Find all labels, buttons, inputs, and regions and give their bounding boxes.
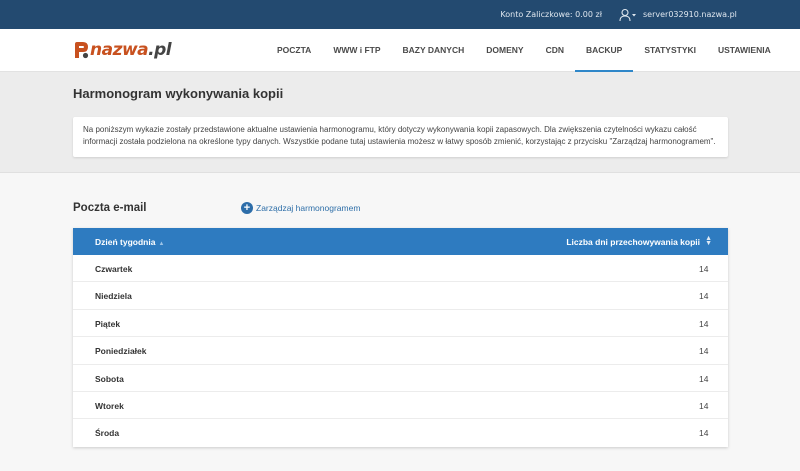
cell-count: 14	[699, 428, 709, 439]
column-header-retention[interactable]: Liczba dni przechowywania kopii ▲ ▼	[566, 235, 712, 247]
nav-item-cdn[interactable]: CDN	[535, 29, 575, 72]
cell-count: 14	[699, 318, 709, 329]
schedule-table: Dzień tygodnia ▲ Liczba dni przechowywani…	[73, 228, 728, 447]
table-row: Niedziela 14	[73, 282, 728, 310]
table-row: Piątek 14	[73, 310, 728, 338]
sort-asc-icon: ▲	[158, 241, 165, 247]
cell-count: 14	[699, 400, 709, 411]
column-header-day[interactable]: Dzień tygodnia ▲	[95, 237, 164, 247]
section-title: Poczta e-mail	[73, 202, 147, 214]
table-row: Czwartek 14	[73, 255, 728, 283]
cell-count: 14	[699, 264, 709, 274]
plus-icon: +	[241, 202, 253, 214]
nav-item-www-ftp[interactable]: WWW i FTP	[322, 29, 391, 72]
manage-schedule-label: Zarządzaj harmonogramem	[256, 203, 361, 213]
user-icon[interactable]	[619, 8, 637, 22]
cell-day: Niedziela	[95, 291, 132, 302]
server-name[interactable]: server032910.nazwa.pl	[643, 10, 737, 19]
table-row: Środa 14	[73, 419, 728, 446]
table-row: Poniedziałek 14	[73, 337, 728, 365]
cell-day: Sobota	[95, 373, 124, 384]
logo-text: nazwa.pl	[90, 40, 172, 60]
nav-item-poczta[interactable]: POCZTA	[266, 29, 322, 72]
nav-item-ustawienia[interactable]: USTAWIENIA	[707, 29, 782, 72]
cell-day: Poniedziałek	[95, 346, 147, 357]
sort-icon: ▲ ▼	[705, 235, 712, 247]
info-box: Na poniższym wykazie zostały przedstawio…	[73, 117, 728, 157]
nav-item-bazy-danych[interactable]: BAZY DANYCH	[392, 29, 476, 72]
logo-icon	[73, 40, 89, 60]
manage-schedule-button[interactable]: + Zarządzaj harmonogramem	[241, 202, 360, 214]
top-bar: Konto Zaliczkowe: 0.00 zł server032910.n…	[0, 0, 800, 29]
table-header: Dzień tygodnia ▲ Liczba dni przechowywani…	[73, 228, 728, 255]
nav-item-backup[interactable]: BACKUP	[574, 29, 634, 72]
nav-item-domeny[interactable]: DOMENY	[475, 29, 534, 72]
nav-menu: POCZTA WWW i FTP BAZY DANYCH DOMENY CDN …	[266, 29, 782, 72]
main-navbar: nazwa.pl POCZTA WWW i FTP BAZY DANYCH DO…	[0, 29, 800, 72]
nav-item-statystyki[interactable]: STATYSTYKI	[633, 29, 707, 72]
cell-count: 14	[699, 346, 709, 357]
table-row: Wtorek 14	[73, 392, 728, 420]
logo[interactable]: nazwa.pl	[73, 38, 172, 62]
cell-day: Czwartek	[95, 264, 133, 274]
cell-day: Środa	[95, 428, 120, 439]
page-header: Harmonogram wykonywania kopii Na poniższ…	[0, 72, 800, 173]
cell-count: 14	[699, 291, 709, 302]
page-title: Harmonogram wykonywania kopii	[73, 86, 284, 101]
account-balance[interactable]: Konto Zaliczkowe: 0.00 zł	[500, 10, 602, 19]
cell-count: 14	[699, 373, 709, 384]
table-row: Sobota 14	[73, 365, 728, 392]
cell-day: Piątek	[95, 318, 121, 329]
cell-day: Wtorek	[95, 400, 124, 411]
